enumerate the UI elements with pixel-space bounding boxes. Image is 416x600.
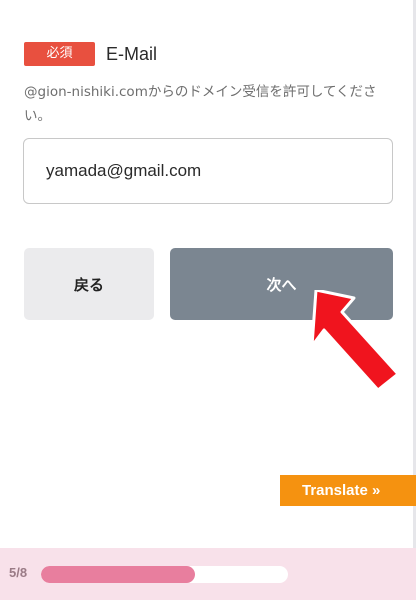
form-page: 必須 E-Mail @gion-nishiki.comからのドメイン受信を許可し… (0, 0, 416, 600)
progress-bar-area: 5/8 (0, 548, 416, 600)
email-field-header: 必須 E-Mail (24, 42, 157, 66)
back-button[interactable]: 戻る (24, 248, 154, 320)
email-help-text: @gion-nishiki.comからのドメイン受信を許可してください。 (24, 84, 377, 124)
email-label: E-Mail (106, 43, 158, 64)
translate-button[interactable]: Translate » (280, 475, 416, 506)
annotation-arrow-icon (310, 290, 400, 392)
progress-step-label: 5/8 (9, 565, 28, 580)
email-input[interactable] (23, 138, 393, 204)
progress-track (41, 566, 288, 583)
required-badge: 必須 (24, 42, 95, 66)
progress-fill (41, 566, 196, 583)
